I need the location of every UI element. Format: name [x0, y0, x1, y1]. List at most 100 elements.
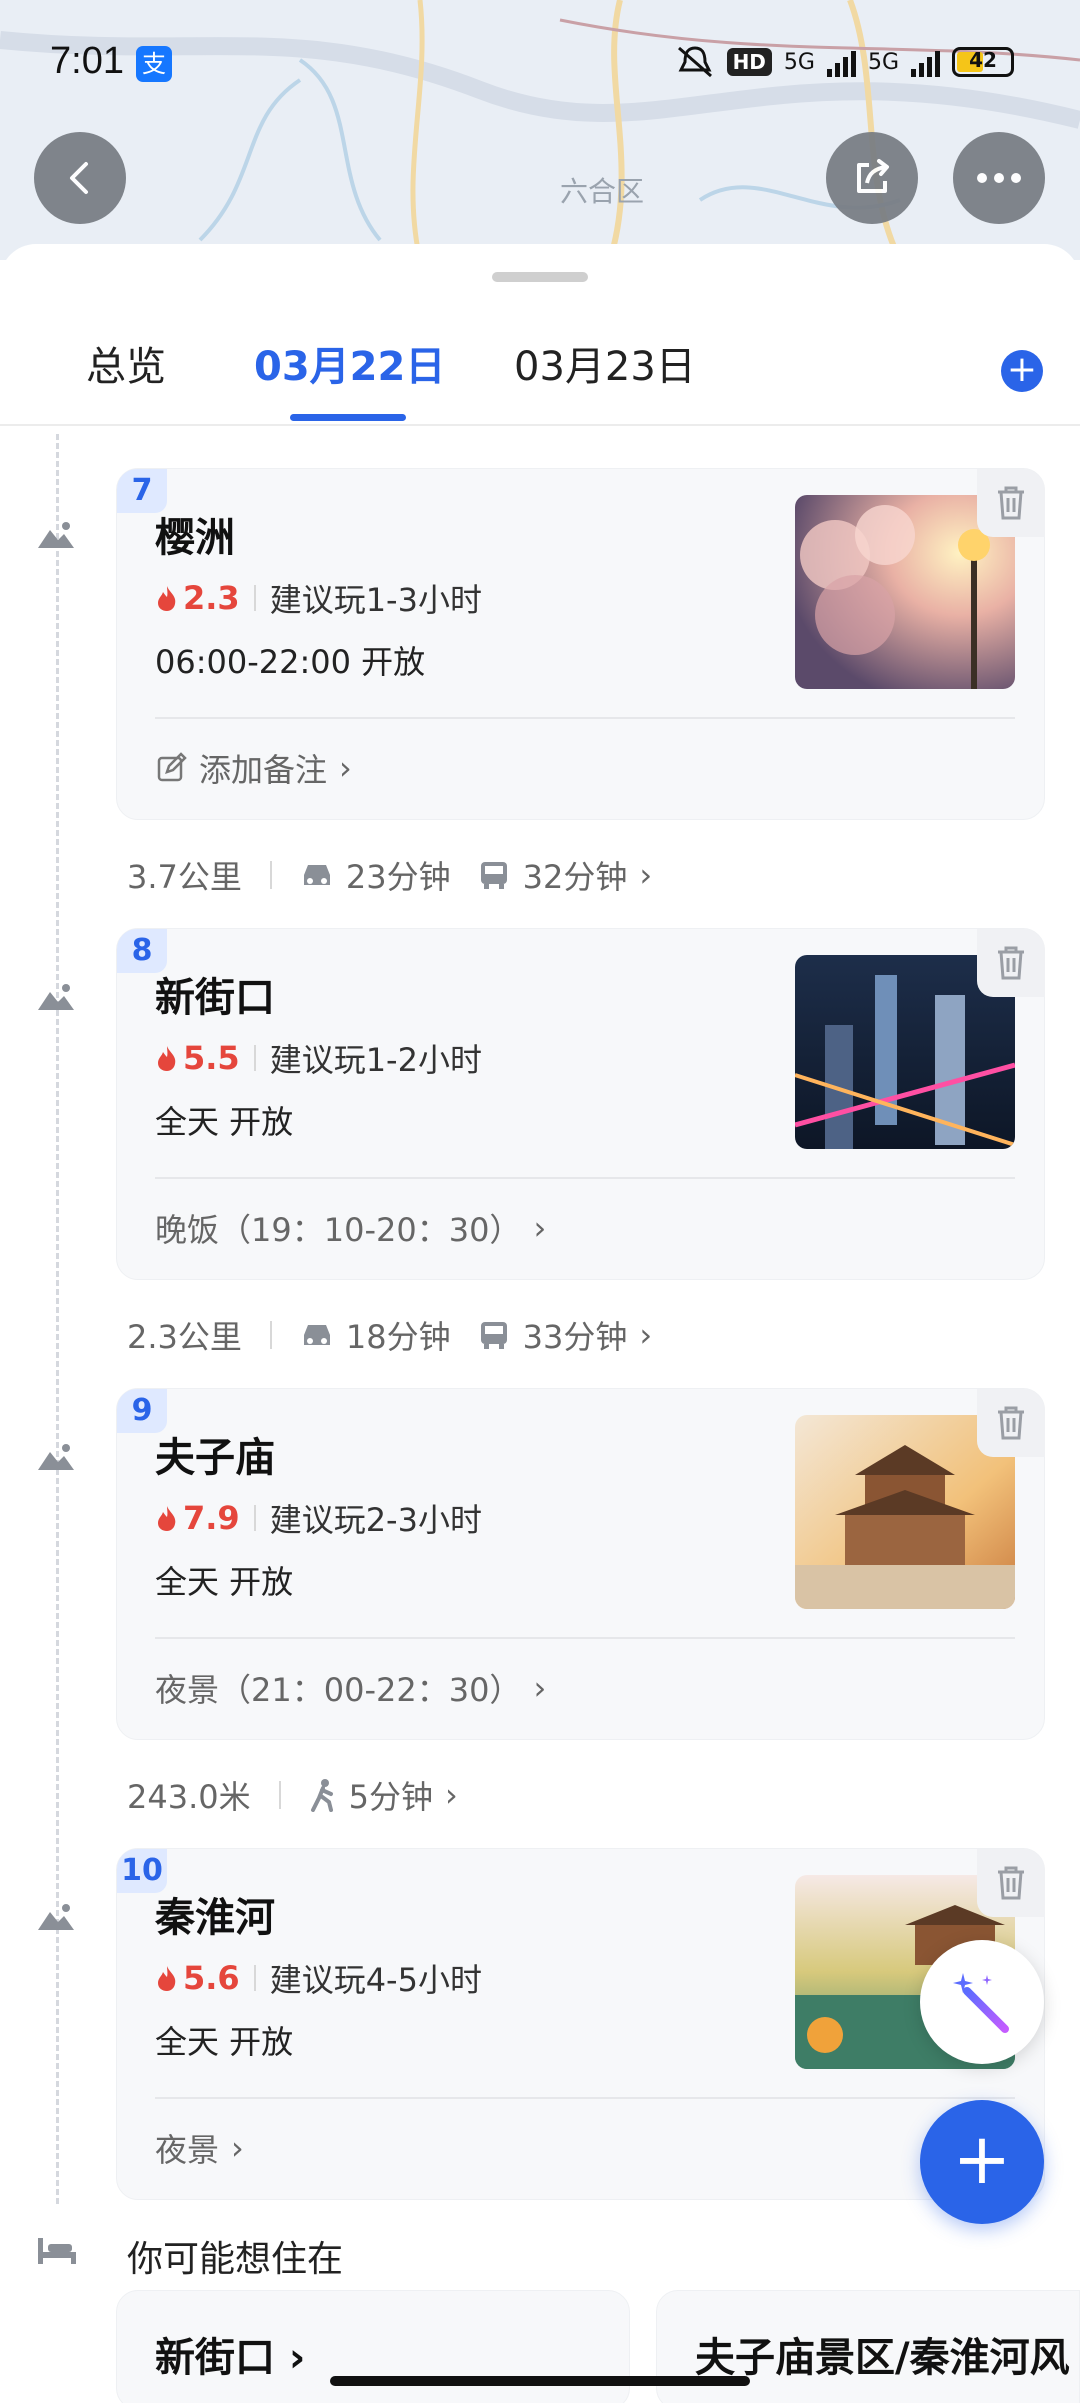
walk-icon: [310, 1779, 333, 1812]
stop-meta: 7.9 建议玩2-3小时: [155, 1495, 482, 1541]
trash-icon: [998, 1866, 1024, 1900]
stop-title[interactable]: 新街口: [155, 965, 275, 1023]
delete-stop-button[interactable]: [977, 929, 1045, 997]
add-day-button[interactable]: +: [1001, 350, 1043, 392]
battery-level: 42: [969, 48, 997, 72]
heat-score: 2.3: [155, 579, 240, 617]
tab-day-0323[interactable]: 03月23日: [514, 334, 696, 392]
card-divider: [155, 1177, 1015, 1179]
signal-icon: [826, 47, 856, 77]
note-text: 夜景（21：00-22：30）: [155, 1671, 522, 1709]
heat-value: 7.9: [183, 1499, 240, 1537]
bus-duration: 33分钟: [522, 1318, 628, 1356]
stop-card[interactable]: 7 樱洲 2.3 建议玩1-3小时 06:00-22:00 开放 添加备注 ›: [116, 468, 1045, 820]
opening-hours: 全天 开放: [155, 2023, 294, 2061]
schedule-note-link[interactable]: 夜景 ›: [155, 2125, 244, 2171]
heat-value: 2.3: [183, 579, 240, 617]
stop-card[interactable]: 8 新街口 5.5 建议玩1-2小时 全天 开放 晚饭（19：10-20：30）…: [116, 928, 1045, 1280]
fire-icon: [158, 586, 176, 611]
transit-separator: [269, 1321, 272, 1349]
stop-title[interactable]: 樱洲: [155, 505, 235, 563]
stop-title[interactable]: 秦淮河: [155, 1885, 275, 1943]
chevron-left-icon: [70, 162, 88, 194]
chevron-right-icon: ›: [231, 2129, 244, 2167]
transit-info[interactable]: 2.3公里 18分钟 33分钟 ›: [127, 1312, 652, 1358]
stop-card[interactable]: 9 夫子庙 7.9 建议玩2-3小时 全天 开放 夜景（21：00-22：30）…: [116, 1388, 1045, 1740]
scenic-spot-icon: [38, 522, 74, 548]
suggested-duration: 建议玩4-5小时: [269, 1961, 482, 1999]
meta-separator: [253, 585, 256, 611]
opening-hours: 06:00-22:00 开放: [155, 643, 426, 681]
home-indicator[interactable]: [330, 2376, 750, 2386]
more-button[interactable]: [953, 132, 1045, 224]
map-district-label: 六合区: [560, 175, 645, 208]
stay-option-card[interactable]: 新街口 ›: [116, 2290, 630, 2403]
transit-separator: [278, 1781, 281, 1809]
heat-value: 5.5: [183, 1039, 240, 1077]
magic-wand-icon: [953, 1973, 1009, 2033]
signal-icon-2: [911, 47, 940, 77]
stay-option-name: 夫子庙景区/秦淮河风: [695, 2335, 1070, 2381]
card-divider: [155, 1637, 1015, 1639]
share-icon: [857, 159, 889, 193]
transit-info[interactable]: 243.0米 5分钟 ›: [127, 1772, 458, 1818]
fire-icon: [158, 1966, 176, 1991]
network-5g-label-2: 5G: [867, 49, 899, 75]
share-button[interactable]: [826, 132, 918, 224]
heat-score: 5.6: [155, 1959, 240, 1997]
suggested-duration: 建议玩1-2小时: [269, 1041, 482, 1079]
network-5g-label: 5G: [783, 49, 815, 75]
sheet-grabber[interactable]: [492, 272, 588, 282]
status-time: 7:01: [50, 40, 124, 82]
schedule-note-link[interactable]: 夜景（21：00-22：30） ›: [155, 1665, 546, 1711]
walk-duration: 5分钟: [348, 1778, 433, 1816]
card-divider: [155, 2097, 1015, 2099]
more-dots-icon: [977, 173, 1021, 183]
note-text: 夜景: [155, 2131, 220, 2169]
stop-title[interactable]: 夫子庙: [155, 1425, 275, 1483]
meta-separator: [253, 1965, 256, 1991]
bus-icon: [480, 1322, 507, 1349]
tabs-divider: [0, 424, 1080, 426]
delete-stop-button[interactable]: [977, 1849, 1045, 1917]
alipay-icon: 支: [136, 46, 172, 82]
stop-meta: 5.5 建议玩1-2小时: [155, 1035, 482, 1081]
car-duration: 18分钟: [345, 1318, 451, 1356]
delete-stop-button[interactable]: [977, 469, 1045, 537]
active-tab-indicator: [290, 414, 406, 421]
mute-bell-icon: [677, 46, 712, 78]
delete-stop-button[interactable]: [977, 1389, 1045, 1457]
tab-day-0322[interactable]: 03月22日: [254, 334, 445, 392]
add-stop-button[interactable]: +: [920, 2100, 1044, 2224]
day-tabs: 总览 03月22日 03月23日: [0, 334, 1080, 424]
status-bar: 7:01 支 HD 5G 5G 42: [0, 0, 1080, 120]
bus-icon: [480, 862, 507, 889]
system-icons: HD 5G 5G 42: [675, 44, 1014, 80]
stop-card[interactable]: 10 秦淮河 5.6 建议玩4-5小时 全天 开放 夜景 ›: [116, 1848, 1045, 2200]
edit-icon: [157, 752, 187, 782]
transit-info[interactable]: 3.7公里 23分钟 32分钟 ›: [127, 852, 652, 898]
chevron-right-icon: ›: [639, 1316, 653, 1354]
card-divider: [155, 717, 1015, 719]
scenic-spot-icon: [38, 1444, 74, 1470]
meta-separator: [253, 1505, 256, 1531]
opening-hours: 全天 开放: [155, 1103, 294, 1141]
add-note-link[interactable]: 添加备注 ›: [155, 745, 352, 791]
chevron-right-icon: ›: [533, 1669, 547, 1707]
bed-icon: [38, 2238, 76, 2264]
car-icon: [303, 865, 330, 885]
back-button[interactable]: [34, 132, 126, 224]
stay-option-card[interactable]: 夫子庙景区/秦淮河风: [656, 2290, 1080, 2403]
tab-overview[interactable]: 总览: [86, 334, 166, 392]
fire-icon: [158, 1506, 176, 1531]
stay-option-name: 新街口 ›: [155, 2335, 306, 2381]
heat-score: 5.5: [155, 1039, 240, 1077]
ai-magic-button[interactable]: [920, 1940, 1044, 2064]
distance: 3.7公里: [127, 858, 242, 896]
suggested-duration: 建议玩2-3小时: [269, 1501, 482, 1539]
stop-meta: 2.3 建议玩1-3小时: [155, 575, 482, 621]
schedule-note-link[interactable]: 晚饭（19：10-20：30） ›: [155, 1205, 546, 1251]
trash-icon: [998, 946, 1024, 980]
stop-meta: 5.6 建议玩4-5小时: [155, 1955, 482, 2001]
trash-icon: [998, 486, 1024, 520]
